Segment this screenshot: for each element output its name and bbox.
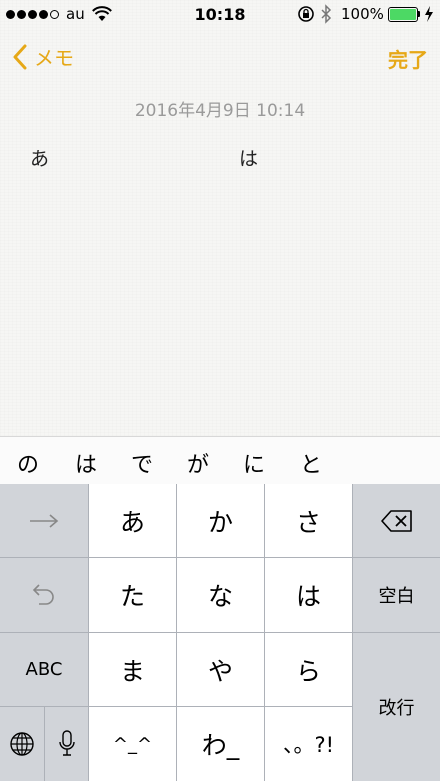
globe-key[interactable] — [0, 707, 44, 781]
candidate-item[interactable]: と — [300, 447, 322, 479]
mic-icon — [58, 730, 75, 756]
battery-percentage: 100% — [341, 5, 384, 23]
bluetooth-icon — [321, 4, 332, 24]
space-key[interactable]: 空白 — [353, 558, 440, 632]
candidate-bar: の は で が に と — [0, 436, 440, 485]
key-na[interactable]: な — [177, 558, 264, 632]
candidate-item[interactable]: は — [75, 447, 97, 479]
rotation-lock-icon — [298, 6, 314, 22]
back-button[interactable]: メモ — [12, 42, 74, 71]
note-date: 2016年4月9日 10:14 — [134, 101, 306, 121]
battery-icon — [388, 7, 418, 22]
candidate-item[interactable]: で — [131, 447, 153, 479]
key-ra[interactable]: ら — [265, 633, 352, 706]
key-punctuation[interactable]: 、。?! — [265, 707, 352, 781]
abc-key[interactable]: ABC — [0, 633, 88, 706]
done-button[interactable]: 完了 — [388, 44, 428, 73]
mic-key[interactable] — [45, 707, 88, 781]
chevron-left-icon — [13, 44, 27, 69]
key-wa[interactable]: わ_ — [177, 707, 264, 781]
key-ya[interactable]: や — [177, 633, 264, 706]
candidate-item[interactable]: の — [17, 447, 39, 479]
key-sa[interactable]: さ — [265, 484, 352, 557]
key-emoticon[interactable]: ^_^ — [89, 707, 176, 781]
arrow-right-icon — [30, 513, 59, 528]
candidate-item[interactable]: が — [187, 447, 209, 479]
charging-icon — [425, 6, 433, 22]
key-a[interactable]: あ — [89, 484, 176, 557]
enter-key[interactable]: 改行 — [353, 633, 440, 781]
next-candidate-key[interactable] — [0, 484, 88, 557]
note-text-area[interactable]: あ は — [30, 144, 258, 171]
candidate-item[interactable]: に — [243, 447, 265, 479]
key-ta[interactable]: た — [89, 558, 176, 632]
undo-icon — [32, 584, 54, 605]
globe-icon — [10, 732, 34, 756]
delete-icon — [380, 509, 412, 532]
key-ha[interactable]: は — [265, 558, 352, 632]
status-bar: au 10:18 100% — [0, 0, 440, 30]
key-ka[interactable]: か — [177, 484, 264, 557]
undo-key[interactable] — [0, 558, 88, 632]
key-ma[interactable]: ま — [89, 633, 176, 706]
delete-key[interactable] — [353, 484, 440, 557]
keyboard: ABC あ か さ た な は ま や ら ^_^ わ_ 、。?! 空白 改行 — [0, 484, 440, 781]
back-label: メモ — [34, 46, 74, 70]
navigation-bar: メモ 完了 — [0, 32, 440, 82]
battery-tip — [418, 11, 420, 17]
